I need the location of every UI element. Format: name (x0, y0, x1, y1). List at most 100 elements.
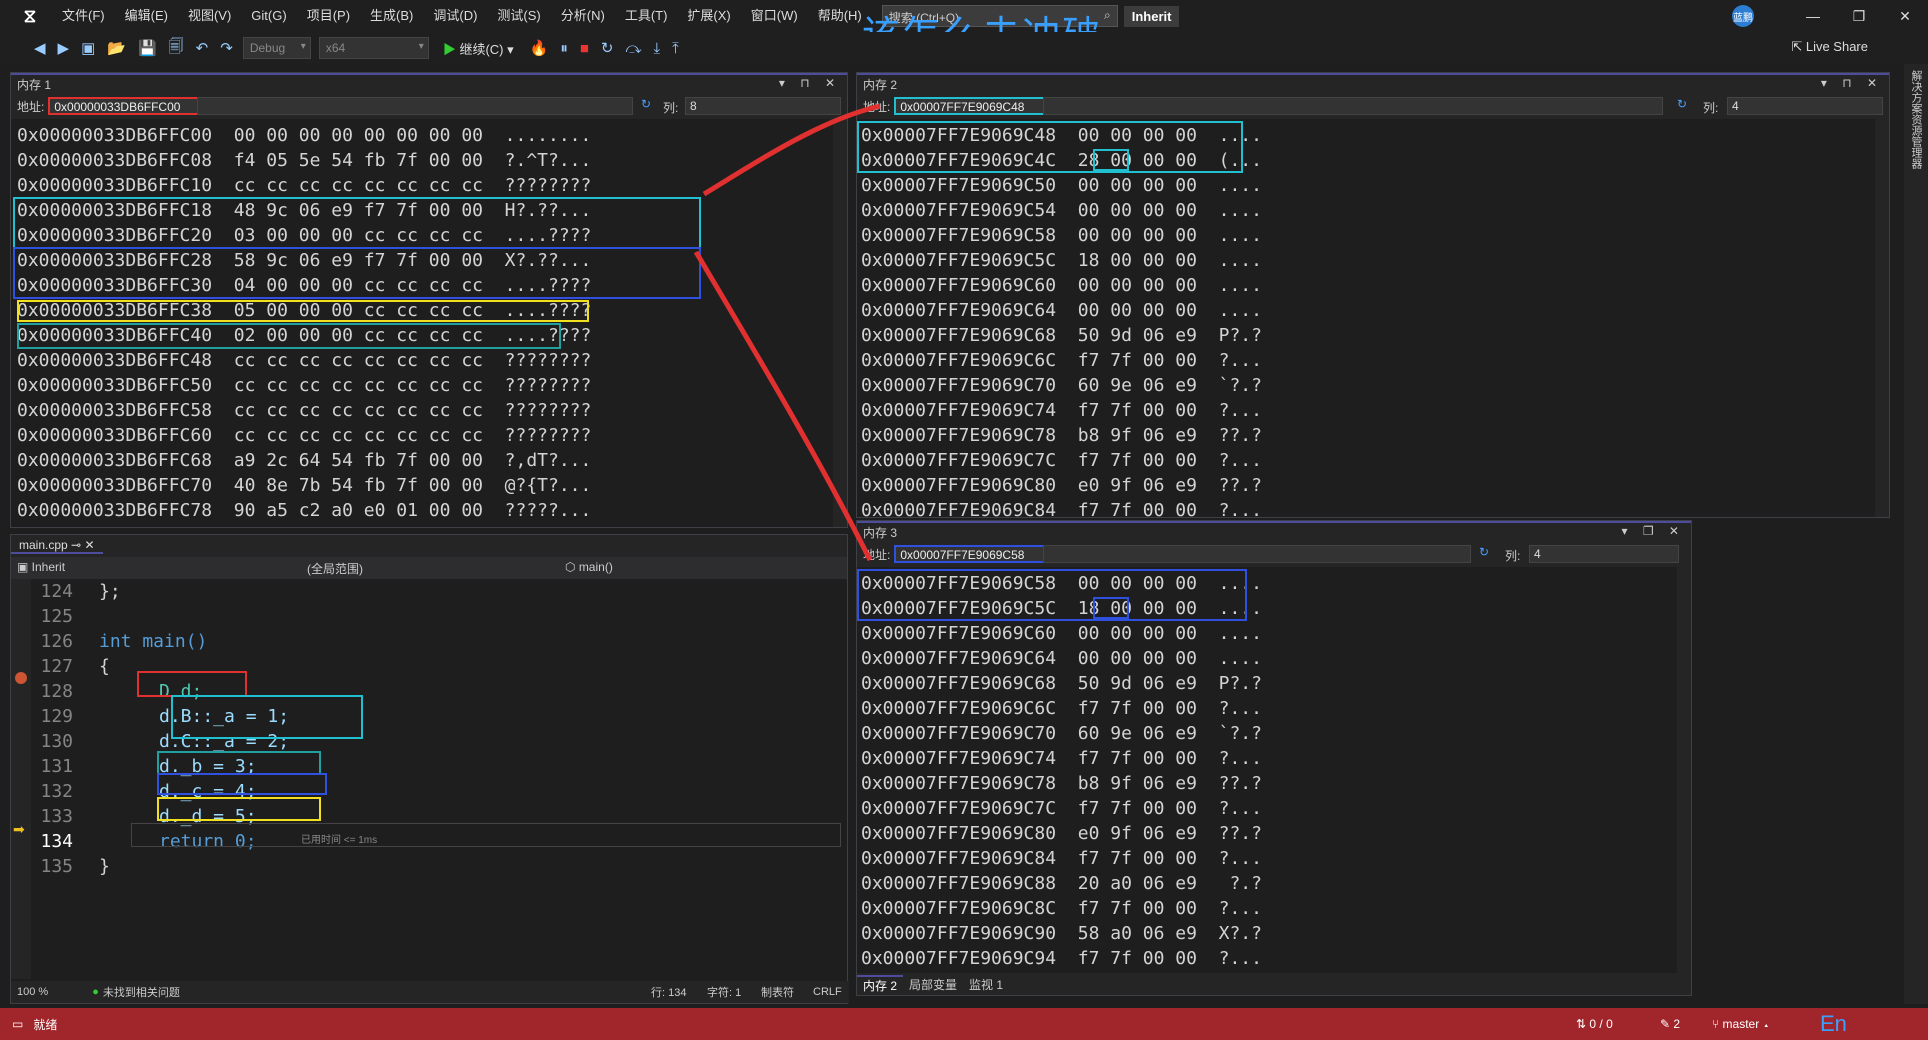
menu-item[interactable]: 工具(T) (615, 0, 678, 32)
menu-item[interactable]: 调试(D) (423, 0, 487, 32)
close-icon[interactable]: ✕ (1882, 8, 1928, 25)
panel-controls-icon[interactable]: ▾ ⊓ ✕ (1821, 76, 1883, 90)
chevron-down-icon: ▾ (300, 41, 306, 52)
bottom-tab[interactable]: 局部变量 (903, 976, 963, 993)
menu-item[interactable]: 生成(B) (360, 0, 423, 32)
address-dropdown[interactable] (1043, 97, 1663, 115)
refresh-icon[interactable]: ↻ (1479, 545, 1489, 559)
memory-row: 0x00007FF7E9069C64 00 00 00 00 .... (861, 648, 1262, 669)
stop-icon[interactable]: ■ (580, 40, 589, 57)
check-icon: ● (92, 986, 99, 998)
pin-icon[interactable]: ⊸ (71, 538, 81, 552)
code-line[interactable]: 131 d._b = 3; (23, 754, 289, 779)
address-dropdown[interactable] (1043, 545, 1471, 563)
menu-item[interactable]: 扩展(X) (677, 0, 740, 32)
issues-status[interactable]: 未找到相关问题 (103, 984, 180, 1000)
memory-2-address-row: 地址: 0x00007FF7E9069C48 ↻ 列: 4 (857, 93, 1889, 119)
menu-item[interactable]: Git(G) (241, 0, 296, 32)
memory-row: 0x00007FF7E9069C50 00 00 00 00 .... (861, 175, 1262, 196)
vertical-scrollbar[interactable] (1875, 119, 1889, 517)
menu-item[interactable]: 文件(F) (52, 0, 115, 32)
step-into-icon[interactable]: ⤓ (654, 40, 661, 57)
line-number: 133 (40, 806, 73, 827)
menu-item[interactable]: 视图(V) (178, 0, 241, 32)
new-project-icon[interactable]: ▣ (81, 39, 95, 57)
live-share-button[interactable]: ⇱ Live Share (1791, 39, 1868, 55)
memory-row: 0x00000033DB6FFC40 02 00 00 00 cc cc cc … (17, 325, 592, 346)
sync-status[interactable]: ⇅ 0 / 0 (1576, 1017, 1613, 1031)
maximize-icon[interactable]: ❐ (1836, 8, 1882, 25)
memory-row: 0x00000033DB6FFC10 cc cc cc cc cc cc cc … (17, 175, 592, 196)
bottom-tab[interactable]: 内存 2 (857, 974, 904, 994)
refresh-icon[interactable]: ↻ (641, 97, 651, 111)
edits-status[interactable]: ✎ 2 (1660, 1017, 1680, 1031)
zoom-level[interactable]: 100 % (17, 986, 48, 998)
refresh-icon[interactable]: ↻ (1677, 97, 1687, 111)
code-line[interactable]: 132 d._c = 4; (23, 779, 289, 804)
code-line[interactable]: 135} (23, 854, 289, 879)
columns-select[interactable]: 4 (1727, 97, 1883, 115)
step-out-icon[interactable]: ⤒ (672, 40, 679, 57)
edits-count: 2 (1673, 1017, 1681, 1031)
scope-select[interactable]: (全局范围) (307, 560, 363, 577)
save-all-icon[interactable]: 🗐 (169, 36, 184, 61)
vertical-scrollbar[interactable] (1677, 567, 1691, 975)
branch-status[interactable]: ⑂ master ▴ (1712, 1017, 1770, 1031)
output-icon[interactable]: ▭ (12, 1017, 23, 1031)
solution-explorer-tab[interactable]: 解决方案资源管理器 (1904, 64, 1924, 169)
memory-2-address-input[interactable]: 0x00007FF7E9069C48 (894, 97, 1051, 115)
memory-row: 0x00000033DB6FFC68 a9 2c 64 54 fb 7f 00 … (17, 450, 592, 471)
hot-reload-icon[interactable]: 🔥 (530, 39, 549, 57)
break-all-icon[interactable]: ⏸ (560, 40, 568, 57)
continue-button[interactable]: ▶ 继续(C) ▾ (443, 39, 514, 58)
panel-controls-icon[interactable]: ▾ ❐ ✕ (1621, 524, 1685, 538)
address-dropdown[interactable] (197, 97, 633, 115)
memory-1-address-input[interactable]: 0x00000033DB6FFC00 (48, 97, 201, 115)
code-line[interactable]: 127 { (23, 654, 289, 679)
indent-mode[interactable]: 制表符 (761, 984, 794, 1000)
menu-item[interactable]: 测试(S) (487, 0, 550, 32)
restart-icon[interactable]: ↻ (601, 39, 614, 57)
menu-item[interactable]: 窗口(W) (741, 0, 808, 32)
redo-icon[interactable]: ↷ (220, 39, 233, 57)
menu-item[interactable]: 分析(N) (551, 0, 615, 32)
code-line[interactable]: 130 d.C::_a = 2; (23, 729, 289, 754)
memory-row: 0x00007FF7E9069C94 f7 7f 00 00 ?... (861, 948, 1262, 969)
ime-indicator[interactable]: En (1820, 1011, 1847, 1037)
memory-row: 0x00000033DB6FFC20 03 00 00 00 cc cc cc … (17, 225, 592, 246)
panel-controls-icon[interactable]: ▾ ⊓ ✕ (779, 76, 841, 90)
line-number: 134 (40, 831, 73, 852)
function-select[interactable]: ⬡ main() (565, 560, 613, 574)
platform-select[interactable]: x64 ▾ (318, 37, 429, 59)
vertical-scrollbar[interactable] (833, 119, 847, 527)
memory-row: 0x00007FF7E9069C8C f7 7f 00 00 ?... (861, 898, 1262, 919)
code-line[interactable]: 129 d.B::_a = 1; (23, 704, 289, 729)
back-icon[interactable]: ◀ (34, 39, 46, 57)
memory-row: 0x00000033DB6FFC58 cc cc cc cc cc cc cc … (17, 400, 592, 421)
memory-3-address-input[interactable]: 0x00007FF7E9069C58 (894, 545, 1051, 563)
save-icon[interactable]: 💾 (138, 39, 157, 57)
code-line[interactable]: 125 (23, 604, 289, 629)
line-text: { (99, 656, 110, 677)
project-select[interactable]: ▣ Inherit (17, 560, 65, 574)
forward-icon[interactable]: ▶ (58, 39, 70, 57)
step-over-icon[interactable]: ⤼ (625, 40, 641, 57)
minimize-icon[interactable]: — (1790, 8, 1836, 24)
memory-row: 0x00000033DB6FFC08 f4 05 5e 54 fb 7f 00 … (17, 150, 592, 171)
code-line[interactable]: 128 D d; (23, 679, 289, 704)
avatar[interactable]: 蓝鹏 (1732, 5, 1754, 27)
code-line[interactable]: 124}; (23, 579, 289, 604)
columns-select[interactable]: 4 (1529, 545, 1679, 563)
bottom-tab[interactable]: 监视 1 (963, 976, 1009, 993)
open-folder-icon[interactable]: 📂 (107, 39, 126, 57)
menu-item[interactable]: 编辑(E) (115, 0, 178, 32)
line-ending[interactable]: CRLF (813, 986, 842, 998)
config-select[interactable]: Debug ▾ (242, 37, 311, 59)
visual-studio-logo-icon[interactable]: ⧖ (16, 5, 44, 27)
undo-icon[interactable]: ↶ (196, 39, 209, 57)
code-line[interactable]: 126 int main() (23, 629, 289, 654)
columns-select[interactable]: 8 (685, 97, 841, 115)
menu-item[interactable]: 项目(P) (297, 0, 360, 32)
tab-main-cpp[interactable]: main.cpp ⊸ ✕ (11, 538, 103, 554)
close-tab-icon[interactable]: ✕ (84, 538, 94, 552)
